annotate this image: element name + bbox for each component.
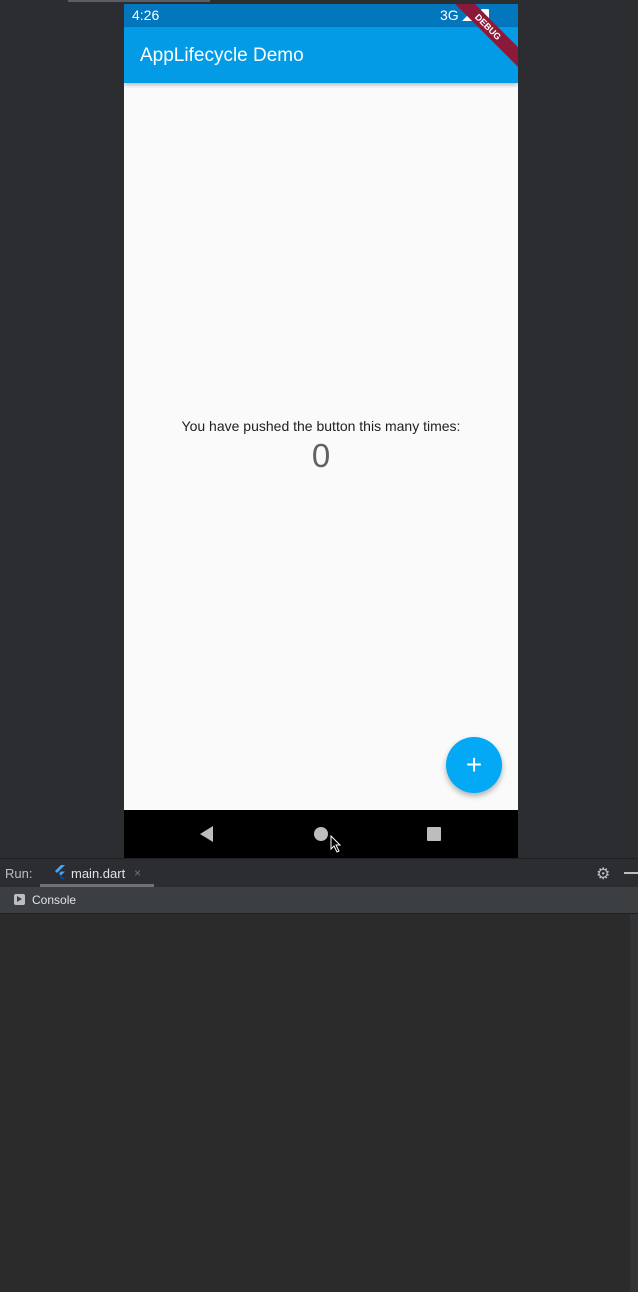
home-icon[interactable] (314, 827, 328, 841)
mouse-cursor-icon (330, 835, 342, 853)
android-nav-bar (124, 810, 518, 858)
emulator-screen: 4:26 3G DEBUG AppLifecycle Demo You have… (124, 4, 518, 858)
console-icon (14, 894, 25, 905)
status-time: 4:26 (132, 7, 160, 23)
run-panel-header: Run: main.dart × ⚙ (0, 858, 638, 887)
gear-icon[interactable]: ⚙ (596, 864, 610, 884)
tab-close-icon[interactable]: × (134, 866, 141, 880)
network-type: 3G (440, 7, 459, 23)
ide-top-tab-indicator (68, 0, 210, 2)
run-tab-main-dart[interactable]: main.dart × (40, 859, 154, 887)
console-tab[interactable]: Console (32, 893, 76, 907)
console-toolbar: Console (0, 887, 638, 914)
app-bar: AppLifecycle Demo (124, 27, 518, 83)
console-output[interactable] (0, 914, 638, 1292)
counter-value: 0 (311, 437, 331, 474)
plus-icon: + (465, 749, 483, 780)
recents-icon[interactable] (427, 827, 441, 841)
run-tab-label: main.dart (71, 866, 126, 881)
minimize-icon[interactable] (624, 872, 638, 874)
back-icon[interactable] (200, 826, 213, 842)
console-scrollbar[interactable] (630, 914, 638, 1292)
flutter-icon (55, 865, 65, 879)
app-title: AppLifecycle Demo (140, 45, 304, 66)
run-label: Run: (5, 866, 33, 881)
increment-fab-button[interactable]: + (446, 737, 502, 793)
counter-message: You have pushed the button this many tim… (181, 418, 461, 434)
